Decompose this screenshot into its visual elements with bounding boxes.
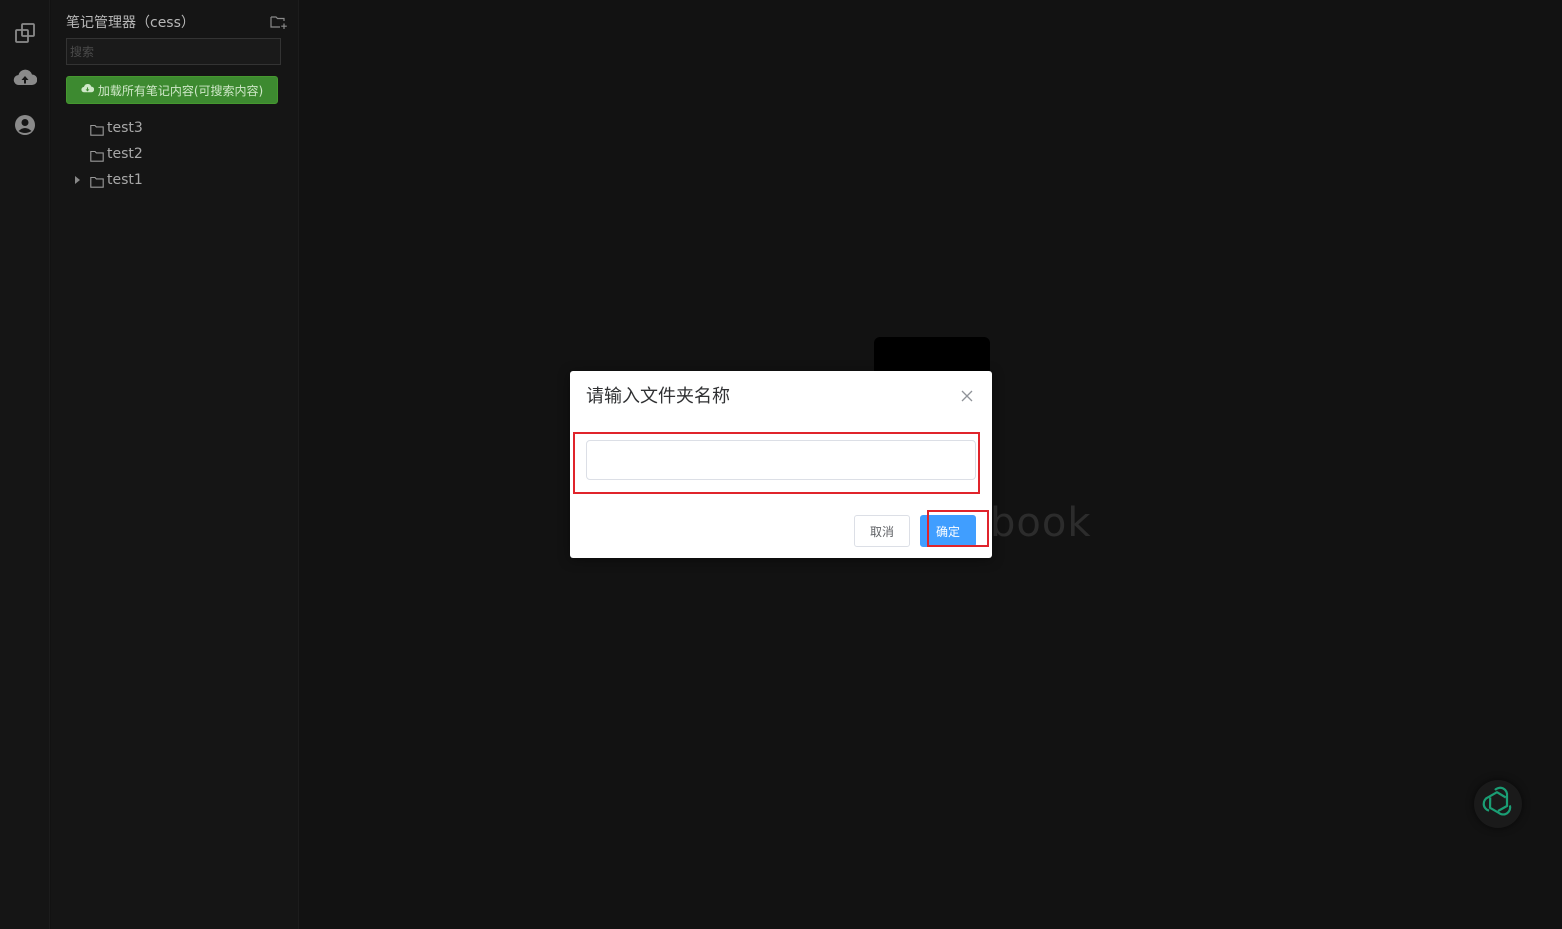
openai-logo-icon [1481,785,1515,823]
close-icon[interactable] [960,388,974,402]
ai-assistant-button[interactable] [1474,780,1522,828]
ok-button[interactable]: 确定 [920,515,976,547]
folder-name-dialog: 请输入文件夹名称 取消 确定 [570,371,992,558]
dialog-title: 请输入文件夹名称 [586,386,730,407]
folder-name-input[interactable] [586,440,976,480]
modal-overlay: 请输入文件夹名称 取消 确定 [0,0,1562,929]
cancel-button[interactable]: 取消 [854,515,910,547]
